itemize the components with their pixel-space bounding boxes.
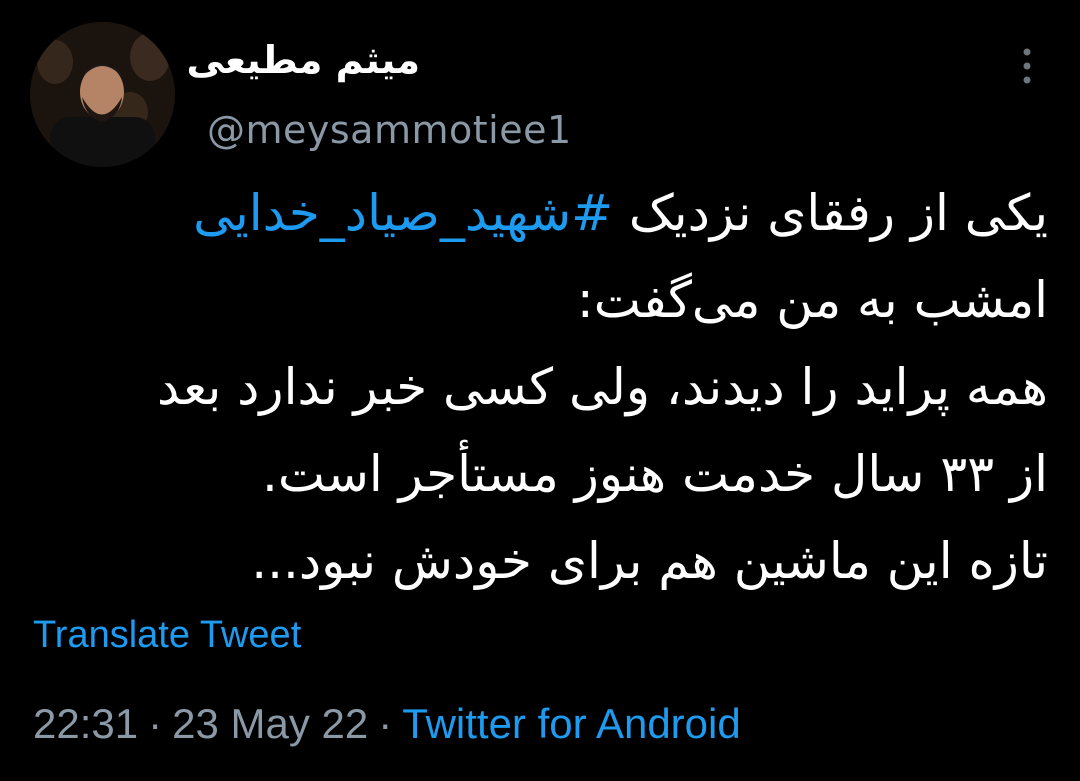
display-name[interactable]: میثم مطیعی — [186, 38, 420, 82]
meta-separator: · — [148, 700, 163, 747]
avatar[interactable] — [30, 22, 175, 167]
translate-tweet-link[interactable]: Translate Tweet — [33, 614, 301, 657]
tweet-source-link[interactable]: Twitter for Android — [402, 700, 740, 747]
hashtag-link[interactable]: #شهید_صیاد_خدایی — [193, 184, 613, 242]
tweet-line: امشب به من می‌گفت: — [576, 271, 1048, 329]
meta-separator: · — [378, 700, 393, 747]
tweet-date[interactable]: 23 May 22 — [172, 700, 368, 747]
avatar-image — [30, 22, 175, 167]
tweet-text-segment: یکی از رفقای نزدیک — [613, 184, 1048, 242]
tweet-line: یکی از رفقای نزدیک #شهید_صیاد_خدایی — [18, 170, 1048, 257]
tweet-line: تازه این ماشین هم برای خودش نبود... — [251, 532, 1048, 590]
more-vertical-icon[interactable] — [1012, 44, 1042, 94]
tweet: میثم مطیعی @meysammotiee1 یکی از رفقای ن… — [0, 0, 1080, 781]
username-handle[interactable]: @meysammotiee1 — [207, 108, 572, 152]
tweet-metadata: 22:31 · 23 May 22 · Twitter for Android — [33, 700, 741, 748]
tweet-text: یکی از رفقای نزدیک #شهید_صیاد_خدایی امشب… — [18, 170, 1048, 605]
tweet-line: از ۳۳ سال خدمت هنوز مستأجر است. — [261, 445, 1048, 503]
tweet-line: همه پراید را دیدند، ولی کسی خبر ندارد بع… — [156, 358, 1048, 416]
tweet-time[interactable]: 22:31 — [33, 700, 138, 747]
